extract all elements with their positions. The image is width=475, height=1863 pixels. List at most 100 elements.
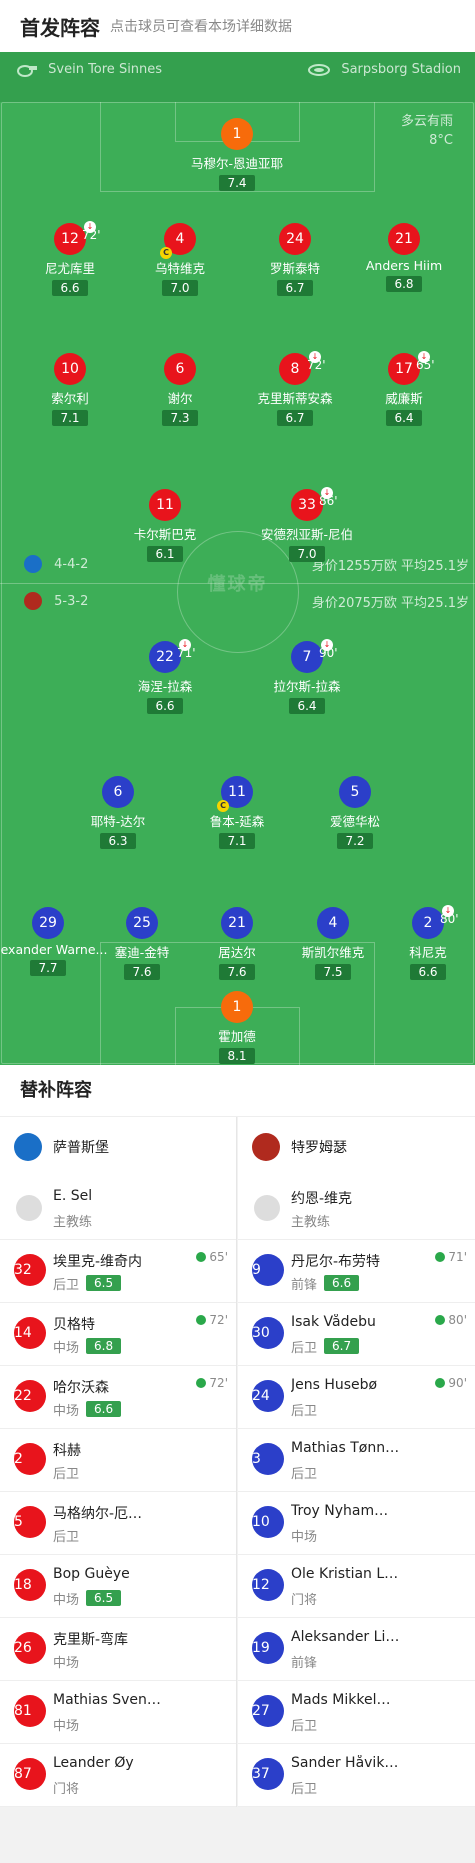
sub-player-row[interactable]: 26 克里斯-弯库 中场	[0, 1618, 236, 1681]
jersey-number-text: 14	[14, 1325, 32, 1341]
player-name: 海涅-拉森	[137, 679, 193, 694]
sub-player-row[interactable]: 24 Jens Husebø 后卫 90'	[238, 1366, 475, 1429]
away-team-logo-icon	[24, 592, 42, 610]
player-marker[interactable]: 11 C 鲁本-延森 7.1	[177, 776, 297, 849]
player-rating: 7.0	[162, 280, 198, 296]
player-marker[interactable]: 21 Anders Hiim 6.8	[344, 223, 464, 292]
sub-on-minute: 90'	[435, 1376, 467, 1390]
player-name: 安德烈亚斯-尼伯	[260, 527, 353, 542]
player-marker[interactable]: 1 马穆尔-恩迪亚耶 7.4	[177, 118, 297, 191]
player-rating: 6.7	[277, 410, 313, 426]
player-marker[interactable]: 11 卡尔斯巴克 6.1	[105, 489, 225, 562]
sub-player-row[interactable]: 10 Troy Nyham… 中场	[238, 1492, 475, 1555]
player-rating: 7.2	[337, 833, 373, 849]
jersey-number: 32	[14, 1254, 46, 1286]
player-rating: 6.6	[147, 698, 183, 714]
player-rating: 6.4	[289, 698, 325, 714]
player-marker[interactable]: 6 谢尔 7.3	[120, 353, 240, 426]
sub-player-row[interactable]: 32 埃里克-维奇内 后卫 6.5 65'	[0, 1240, 236, 1303]
player-marker[interactable]: 33 ↓ 86' 安德烈亚斯-尼伯 7.0	[247, 487, 367, 562]
jersey-number-text: 7	[302, 649, 312, 665]
sub-player-row[interactable]: 87 Leander Øy 门将	[0, 1744, 236, 1807]
away-value: 身价2075万欧 平均25.1岁	[311, 596, 469, 611]
player-marker[interactable]: 22 ↓ 71' 海涅-拉森 6.6	[105, 639, 225, 714]
sub-player-name: 克里斯-弯库	[53, 1632, 129, 1648]
jersey-number: 11	[149, 489, 181, 521]
sub-player-row[interactable]: 14 贝格特 中场 6.8 72'	[0, 1303, 236, 1366]
home-coach[interactable]: E. Sel 主教练	[0, 1177, 236, 1240]
jersey-number-text: 32	[14, 1262, 32, 1278]
sub-minute: 71'	[177, 646, 196, 660]
player-rating: 6.8	[386, 276, 422, 292]
jersey-number: 4C	[160, 223, 196, 259]
sub-player-rating: 6.5	[86, 1275, 122, 1291]
jersey-number: 22	[14, 1380, 46, 1412]
player-rating: 7.4	[219, 175, 255, 191]
jersey-number-text: 81	[14, 1703, 32, 1719]
jersey-number-text: 21	[228, 915, 246, 931]
jersey-number: 14	[14, 1317, 46, 1349]
jersey-number-text: 2	[423, 915, 433, 931]
sub-minute: 65'	[416, 358, 435, 372]
sub-player-name: Mads Mikkel…	[291, 1692, 391, 1708]
sub-player-position: 中场	[53, 1593, 80, 1608]
pitch: 懂球帝 Svein Tore Sinnes Sarpsborg Stadion …	[0, 52, 475, 1065]
player-rating: 6.1	[147, 546, 183, 562]
sub-minute: 72'	[307, 358, 326, 372]
sub-player-name: 马格纳尔-厄…	[53, 1506, 143, 1522]
jersey-number-text: 26	[14, 1640, 32, 1656]
sub-player-position: 后卫	[53, 1278, 80, 1293]
sub-player-name: Jens Husebø	[291, 1377, 378, 1393]
player-rating: 7.6	[124, 964, 160, 980]
player-rating: 7.0	[289, 546, 325, 562]
player-marker[interactable]: 17 ↓ 65' 威廉斯 6.4	[344, 351, 464, 426]
sub-player-position: 后卫	[53, 1530, 80, 1545]
stadium-icon	[308, 63, 331, 76]
player-marker[interactable]: 8 ↓ 72' 克里斯蒂安森 6.7	[235, 351, 355, 426]
jersey-number: 6	[102, 776, 134, 808]
captain-icon: C	[217, 800, 229, 812]
sub-player-name: 科赫	[53, 1443, 81, 1459]
player-marker[interactable]: 6 耶特-达尔 6.3	[58, 776, 178, 849]
jersey-number-text: 2	[14, 1451, 23, 1467]
player-marker[interactable]: 12 ↓ 72' 尼尤库里 6.6	[10, 221, 130, 296]
jersey-number: 29	[32, 907, 64, 939]
player-marker[interactable]: 24 罗斯泰特 6.7	[235, 223, 355, 296]
sub-player-row[interactable]: 30 Isak Vådebu 后卫 6.7 80'	[238, 1303, 475, 1366]
sub-player-row[interactable]: 3 Mathias Tønn… 后卫	[238, 1429, 475, 1492]
jersey-number: 37	[252, 1758, 284, 1790]
home-subs-team-name: 萨普斯堡	[53, 1140, 109, 1156]
player-marker[interactable]: 4 C 乌特维克 7.0	[120, 223, 240, 296]
player-rating: 6.6	[52, 280, 88, 296]
player-rating: 7.6	[219, 964, 255, 980]
player-marker[interactable]: 7 ↓ 90' 拉尔斯-拉森 6.4	[247, 639, 367, 714]
player-marker[interactable]: 2 ↓ 80' 科尼克 6.6	[368, 905, 475, 980]
player-marker[interactable]: 10 索尔利 7.1	[10, 353, 130, 426]
sub-player-row[interactable]: 22 哈尔沃森 中场 6.6 72'	[0, 1366, 236, 1429]
sub-player-position: 后卫	[291, 1719, 318, 1734]
sub-player-row[interactable]: 2 科赫 后卫	[0, 1429, 236, 1492]
player-marker[interactable]: 5 爱德华松 7.2	[295, 776, 415, 849]
sub-player-position: 中场	[53, 1341, 80, 1356]
player-name: 索尔利	[51, 391, 89, 406]
sub-player-row[interactable]: 12 Ole Kristian L… 门将	[238, 1555, 475, 1618]
jersey-number: 10	[54, 353, 86, 385]
player-name: Anders Hiim	[365, 258, 443, 273]
sub-player-row[interactable]: 37 Sander Håvik… 后卫	[238, 1744, 475, 1807]
sub-player-row[interactable]: 9 丹尼尔-布劳特 前锋 6.6 71'	[238, 1240, 475, 1303]
jersey-number-text: 29	[39, 915, 57, 931]
sub-player-row[interactable]: 18 Bop Guèye 中场 6.5	[0, 1555, 236, 1618]
sub-player-row[interactable]: 19 Aleksander Li… 前锋	[238, 1618, 475, 1681]
away-coach[interactable]: 约恩-维克 主教练	[238, 1177, 475, 1240]
sub-player-position: 前锋	[291, 1278, 318, 1293]
sub-player-name: 哈尔沃森	[53, 1380, 109, 1396]
sub-player-row[interactable]: 27 Mads Mikkel… 后卫	[238, 1681, 475, 1744]
jersey-number: 26	[14, 1632, 46, 1664]
sub-on-minute: 72'	[196, 1313, 228, 1327]
sub-player-row[interactable]: 5 马格纳尔-厄… 后卫	[0, 1492, 236, 1555]
player-marker[interactable]: 1 霍加德 8.1	[177, 991, 297, 1064]
player-rating: 7.3	[162, 410, 198, 426]
sub-player-name: Mathias Tønn…	[291, 1440, 400, 1456]
sub-player-row[interactable]: 81 Mathias Sven… 中场	[0, 1681, 236, 1744]
jersey-number: 5	[339, 776, 371, 808]
